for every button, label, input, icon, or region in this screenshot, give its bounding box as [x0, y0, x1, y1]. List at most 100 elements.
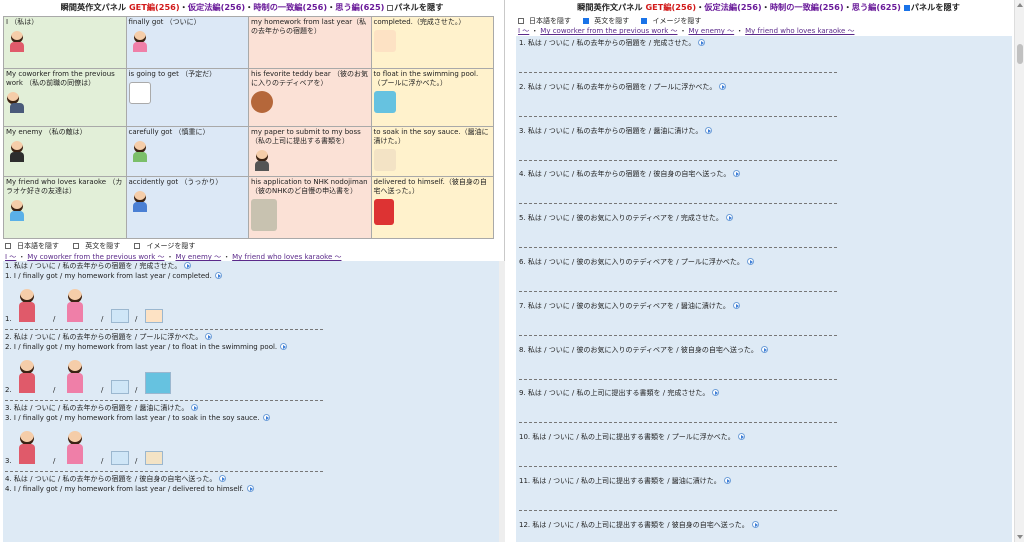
play-audio-icon[interactable]: [184, 262, 192, 269]
grid-cell-verb[interactable]: accidently got （うっかり）: [125, 176, 249, 239]
grid-cell-object[interactable]: my homework from last year（私の去年からの宿題を）: [248, 16, 372, 69]
play-audio-icon[interactable]: [733, 170, 741, 178]
girl-pink-image: [65, 429, 85, 467]
play-audio-icon[interactable]: [760, 345, 768, 353]
calendar-image: [128, 82, 151, 104]
play-audio-icon[interactable]: [732, 301, 740, 309]
play-audio-icon[interactable]: [246, 485, 254, 492]
nav-link-karaoke[interactable]: My friend who loves karaoke 〜: [745, 27, 854, 35]
nav-link-coworker[interactable]: My coworker from the previous work 〜: [27, 253, 164, 261]
hide-english-checkbox[interactable]: [583, 18, 590, 24]
grid-cell-subject[interactable]: My friend who loves karaoke （カラオケ好きの友達は）: [3, 176, 127, 239]
grid-cell-object[interactable]: his application to NHK nodojiman（彼のNHKのど…: [248, 176, 372, 239]
grid-cell-complement[interactable]: delivered to himself.（彼自身の自宅へ送った。）: [370, 176, 494, 239]
play-audio-icon[interactable]: [698, 39, 706, 46]
exercise-jp: 1. 私は / ついに / 私の去年からの宿題を / 完成させた。: [5, 262, 182, 270]
scroll-down-icon[interactable]: [1017, 535, 1023, 539]
grid-cell-verb[interactable]: finally got （ついに）: [125, 16, 249, 69]
hide-japanese-checkbox[interactable]: [5, 243, 11, 249]
play-audio-icon[interactable]: [712, 389, 720, 397]
play-audio-icon[interactable]: [705, 126, 713, 134]
play-audio-icon[interactable]: [746, 257, 754, 265]
sentence-item: 11. 私は / ついに / 私の上司に提出する書類を / 醤油に漬けた。: [516, 474, 1012, 518]
play-audio-icon[interactable]: [751, 520, 759, 528]
play-audio-icon[interactable]: [280, 343, 288, 350]
play-audio-icon[interactable]: [725, 214, 733, 222]
sentence-item: 5. 私は / ついに / 彼のお気に入りのテディベアを / 完成させた。: [516, 211, 1012, 255]
scroll-up-icon[interactable]: [1017, 3, 1023, 7]
sentence-item: 8. 私は / ついに / 彼のお気に入りのテディベアを / 彼自身の自宅へ送っ…: [516, 343, 1012, 387]
hide-panel-checkbox[interactable]: [903, 5, 910, 11]
scroll-thumb[interactable]: [1017, 44, 1023, 64]
right-scrollbar[interactable]: [1014, 0, 1024, 542]
soy-sauce-image: [145, 451, 163, 465]
karaoke-image: [6, 199, 28, 221]
grid-cell-verb[interactable]: carefully got （慎重に）: [125, 126, 249, 177]
grid-cell-complement[interactable]: to soak in the soy sauce.（醤油に漬けた。）: [370, 126, 494, 177]
display-options: 日本語を隠す 英文を隠す イメージを隠す: [518, 16, 711, 26]
kasetei-link[interactable]: 仮定法編(256): [188, 2, 245, 12]
pool-image: [373, 91, 396, 113]
grid-cell-subject[interactable]: My coworker from the previous work （私の前職…: [3, 68, 127, 127]
play-audio-icon[interactable]: [219, 475, 227, 482]
girl-image: [6, 30, 28, 52]
grid-cell-verb[interactable]: is going to get （予定だ）: [125, 68, 249, 127]
nav-link-i[interactable]: I 〜: [518, 27, 529, 35]
divider: [5, 400, 323, 401]
hide-english-checkbox[interactable]: [73, 243, 80, 249]
nav-link-i[interactable]: I 〜: [5, 253, 16, 261]
grid-cell-complement[interactable]: completed.（完成させた。）: [370, 16, 494, 69]
careful-image: [129, 140, 151, 162]
nav-link-karaoke[interactable]: My friend who loves karaoke 〜: [232, 253, 341, 261]
sentence-item: 9. 私は / ついに / 私の上司に提出する書類を / 完成させた。: [516, 386, 1012, 430]
jisei-link[interactable]: 時制の一致編(256): [770, 2, 844, 12]
jisei-link[interactable]: 時制の一致編(256): [253, 2, 327, 12]
exercise-jp: 3. 私は / ついに / 私の去年からの宿題を / 醤油に漬けた。: [5, 404, 189, 412]
grid-cell-subject[interactable]: I （私は）: [3, 16, 127, 69]
omou-link[interactable]: 思う編(625): [852, 2, 901, 12]
celebrate-image: [145, 309, 163, 323]
hide-panel-checkbox[interactable]: [387, 5, 394, 11]
nav-link-enemy[interactable]: My enemy 〜: [175, 253, 221, 261]
exercise-en: 2. I / finally got / my homework from la…: [5, 343, 278, 351]
exercise-images: 1. / / /: [5, 281, 502, 325]
girl-image: [17, 358, 37, 396]
sentence-item: 4. 私は / ついに / 私の去年からの宿題を / 彼自身の自宅へ送った。: [516, 167, 1012, 211]
hide-image-checkbox[interactable]: [134, 243, 141, 249]
play-audio-icon[interactable]: [737, 433, 745, 441]
sentence-item: 2. 私は / ついに / 私の去年からの宿題を / プールに浮かべた。: [516, 80, 1012, 124]
exercise-item: 3. 私は / ついに / 私の去年からの宿題を / 醤油に漬けた。 3. I …: [3, 403, 502, 472]
play-audio-icon[interactable]: [214, 272, 222, 279]
left-scrollbar[interactable]: [499, 261, 505, 542]
left-pane: 瞬間英作文パネル GET編(256)・仮定法編(256)・時制の一致編(256)…: [0, 0, 505, 542]
get-link[interactable]: GET編(256): [129, 2, 180, 12]
play-audio-icon[interactable]: [719, 82, 727, 90]
get-link[interactable]: GET編(256): [645, 2, 696, 12]
nav-link-enemy[interactable]: My enemy 〜: [688, 27, 734, 35]
celebrate-image: [373, 30, 396, 52]
homework-image: [111, 451, 129, 465]
hide-image-checkbox[interactable]: [641, 18, 648, 24]
soy-sauce-image: [373, 149, 396, 171]
grid-cell-object[interactable]: my paper to submit to my boss（私の上司に提出する書…: [248, 126, 372, 177]
phrase-grid: I （私は） finally got （ついに） my homework fro…: [3, 16, 494, 239]
play-audio-icon[interactable]: [262, 414, 270, 421]
nav-link-coworker[interactable]: My coworker from the previous work 〜: [540, 27, 677, 35]
play-audio-icon[interactable]: [191, 404, 199, 411]
exercise-en: 1. I / finally got / my homework from la…: [5, 272, 212, 280]
coworkers-image: [6, 91, 28, 113]
title-text: 瞬間英作文パネル: [60, 2, 127, 12]
play-audio-icon[interactable]: [205, 333, 213, 340]
grid-cell-complement[interactable]: to float in the swimming pool.（プールに浮かべた。…: [370, 68, 494, 127]
play-audio-icon[interactable]: [723, 476, 731, 484]
kasetei-link[interactable]: 仮定法編(256): [704, 2, 761, 12]
exercise-list: 1. 私は / ついに / 私の去年からの宿題を / 完成させた。 1. I /…: [3, 261, 502, 542]
girl-image: [17, 429, 37, 467]
sentence-list: 1. 私は / ついに / 私の去年からの宿題を / 完成させた。 2. 私は …: [516, 36, 1012, 542]
oops-image: [129, 190, 151, 212]
hide-japanese-checkbox[interactable]: [518, 18, 524, 24]
omou-link[interactable]: 思う編(625): [335, 2, 384, 12]
panel-title: 瞬間英作文パネル GET編(256)・仮定法編(256)・時制の一致編(256)…: [577, 2, 960, 12]
grid-cell-object[interactable]: his fevorite teddy bear （彼のお気に入りのテディベアを）: [248, 68, 372, 127]
grid-cell-subject[interactable]: My enemy （私の敵は）: [3, 126, 127, 177]
